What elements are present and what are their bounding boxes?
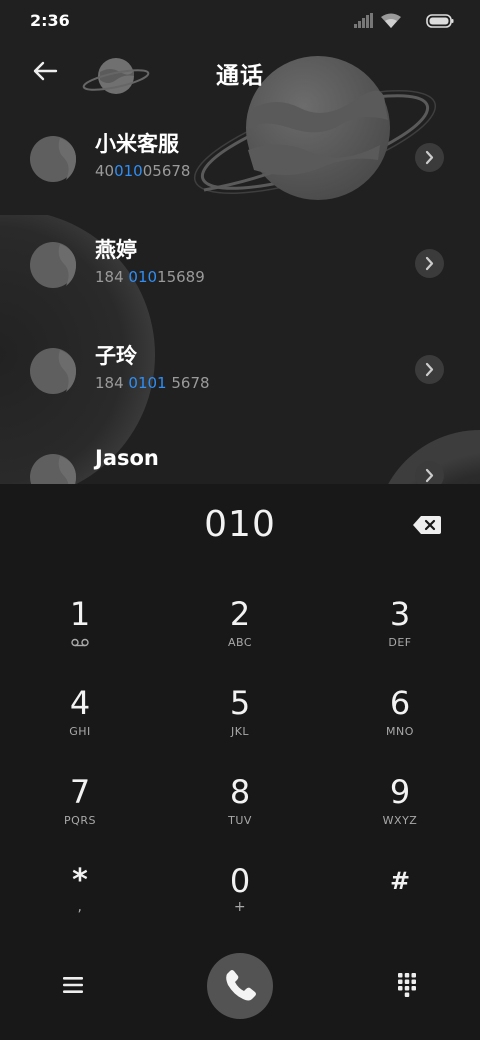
key-7[interactable]: 7 PQRS xyxy=(20,762,140,846)
contact-name: 燕婷 xyxy=(95,238,137,262)
key-digit: 4 xyxy=(69,684,91,722)
phone-icon xyxy=(226,970,256,1001)
call-button[interactable] xyxy=(207,953,273,1019)
avatar-icon xyxy=(30,348,76,394)
key-1[interactable]: 1 xyxy=(20,584,140,668)
signal-icon xyxy=(354,13,373,28)
battery-icon xyxy=(426,14,454,28)
key-digit: # xyxy=(389,867,411,895)
chevron-right-icon xyxy=(425,362,434,377)
key-digit: 5 xyxy=(229,684,251,722)
key-digit: 8 xyxy=(229,773,251,811)
app-bar: 通话 xyxy=(0,44,480,100)
key-digit: 6 xyxy=(389,684,411,722)
contact-row-3[interactable]: Jason xyxy=(0,436,480,484)
status-time: 2:36 xyxy=(30,11,70,30)
chevron-right-icon xyxy=(425,150,434,165)
key-3[interactable]: 3 DEF xyxy=(340,584,460,668)
voicemail-icon xyxy=(71,638,89,647)
key-star[interactable]: * , xyxy=(20,851,140,935)
contact-number: 184 01015689 xyxy=(95,268,205,286)
contact-detail-button[interactable] xyxy=(415,355,444,384)
key-letters: , xyxy=(77,899,83,915)
page-title: 通话 xyxy=(216,63,264,89)
dial-input[interactable]: 010 xyxy=(0,504,480,545)
key-letters xyxy=(340,903,460,917)
key-digit: 0 xyxy=(229,862,251,900)
bottom-action-bar xyxy=(0,952,480,1032)
contact-list-panel: 2:36 通话 小米客服 4001005678 燕婷 184 01015689 … xyxy=(0,0,480,484)
key-digit: * xyxy=(72,863,88,898)
contact-number: 184 0101 5678 xyxy=(95,374,210,392)
contact-row-2[interactable]: 子玲 184 0101 5678 xyxy=(0,330,480,420)
key-2[interactable]: 2 ABC xyxy=(180,584,300,668)
key-digit: 1 xyxy=(69,595,91,633)
keypad-grid-icon[interactable] xyxy=(392,970,422,1000)
key-9[interactable]: 9 WXYZ xyxy=(340,762,460,846)
chevron-right-icon xyxy=(425,256,434,271)
key-letters: WXYZ xyxy=(382,814,418,827)
number-match: 010 xyxy=(114,162,143,180)
contact-detail-button[interactable] xyxy=(415,461,444,484)
avatar-icon xyxy=(30,136,76,182)
wifi-icon xyxy=(381,13,401,28)
number-part: 5678 xyxy=(166,374,210,392)
key-letters: DEF xyxy=(388,636,412,649)
number-part: 15689 xyxy=(157,268,205,286)
avatar-icon xyxy=(30,242,76,288)
key-digit: 2 xyxy=(229,595,251,633)
key-5[interactable]: 5 JKL xyxy=(180,673,300,757)
contact-name: Jason xyxy=(95,446,159,470)
key-letters: TUV xyxy=(228,814,252,827)
number-part: 184 xyxy=(95,374,129,392)
key-letters: ABC xyxy=(227,636,253,649)
chevron-right-icon xyxy=(425,468,434,483)
number-part: 184 xyxy=(95,268,129,286)
key-letters: + xyxy=(233,899,247,915)
key-digit: 9 xyxy=(389,773,411,811)
contact-row-1[interactable]: 燕婷 184 01015689 xyxy=(0,224,480,314)
number-part: 05678 xyxy=(142,162,191,180)
key-digit: 3 xyxy=(389,595,411,633)
key-6[interactable]: 6 MNO xyxy=(340,673,460,757)
contact-detail-button[interactable] xyxy=(415,143,444,172)
key-digit: 7 xyxy=(69,773,91,811)
key-letters: JKL xyxy=(230,725,250,738)
backspace-icon[interactable] xyxy=(412,514,442,536)
key-0[interactable]: 0 + xyxy=(180,851,300,935)
key-hash[interactable]: # xyxy=(340,851,460,935)
key-letters: MNO xyxy=(386,725,414,738)
key-letters: PQRS xyxy=(64,814,96,827)
contact-row-0[interactable]: 小米客服 4001005678 xyxy=(0,118,480,208)
key-letters: GHI xyxy=(69,725,91,738)
contact-number: 4001005678 xyxy=(95,162,190,180)
key-4[interactable]: 4 GHI xyxy=(20,673,140,757)
status-bar: 2:36 xyxy=(0,0,480,40)
avatar-icon xyxy=(30,454,76,484)
number-match: 0101 xyxy=(128,374,167,392)
key-8[interactable]: 8 TUV xyxy=(180,762,300,846)
menu-icon[interactable] xyxy=(58,970,88,1000)
contact-detail-button[interactable] xyxy=(415,249,444,278)
number-part: 40 xyxy=(95,162,115,180)
number-match: 010 xyxy=(128,268,158,286)
contact-name: 小米客服 xyxy=(95,132,179,156)
contact-name: 子玲 xyxy=(95,344,137,368)
